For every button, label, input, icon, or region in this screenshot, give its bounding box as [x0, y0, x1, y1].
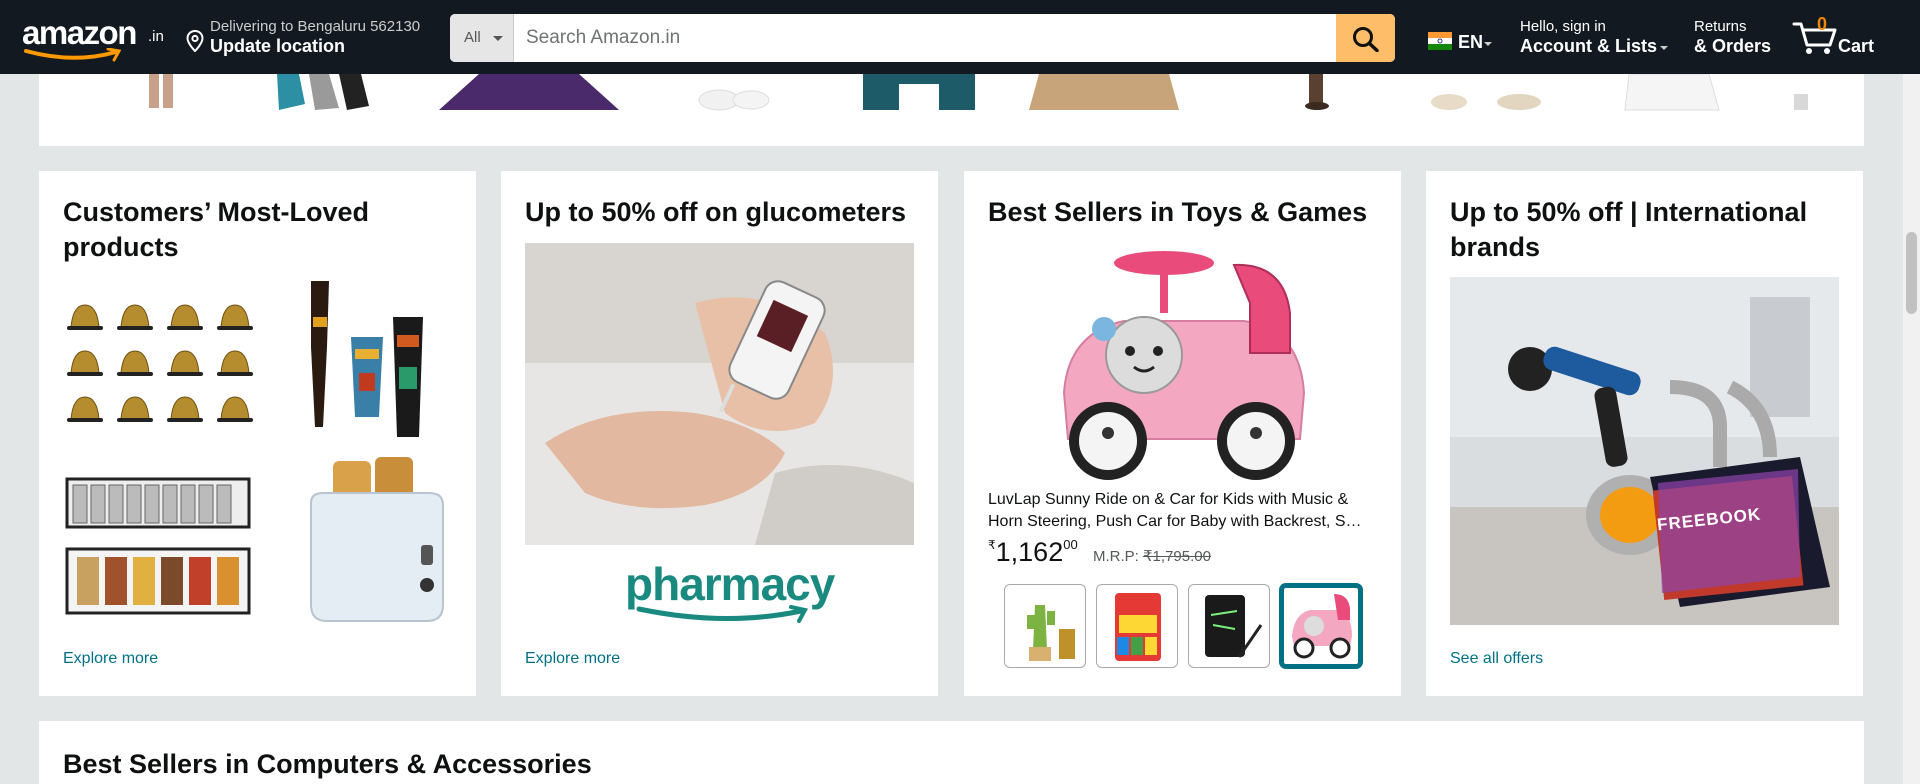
mrp-label: M.R.P: — [1093, 548, 1139, 565]
explore-more-link[interactable]: Explore more — [63, 650, 158, 668]
international-brands-image[interactable] — [1450, 277, 1839, 625]
account-lists-label: Account & Lists — [1520, 36, 1658, 56]
card-title: Best Sellers in Toys & Games — [988, 197, 1368, 227]
thumbnail-writing-tablet[interactable] — [1188, 584, 1270, 668]
see-all-offers-link[interactable]: See all offers — [1450, 650, 1543, 668]
cart-icon — [1792, 22, 1837, 54]
search-bar: All — [450, 14, 1395, 62]
explore-more-link[interactable]: Explore more — [525, 650, 620, 668]
mrp-value: ₹1,795.00 — [1143, 548, 1211, 565]
product-price: ₹1,16200 — [988, 537, 1078, 568]
greeting-text: Hello, sign in — [1520, 18, 1606, 35]
carousel-product-images — [149, 74, 1808, 111]
product-thumbnails — [1004, 584, 1364, 668]
logo-domain: .in — [148, 28, 164, 45]
chevron-down-icon — [1484, 42, 1492, 46]
logo-wordmark: amazon — [22, 14, 137, 51]
section-title: Best Sellers in Computers & Accessories — [63, 749, 592, 779]
card-customers-most-loved: Customers’ Most-Loved products Explore m… — [39, 171, 476, 696]
search-category-dropdown[interactable]: All — [450, 14, 514, 62]
price-symbol: ₹ — [988, 538, 996, 552]
price-whole: 1,162 — [995, 537, 1064, 567]
search-icon — [1353, 27, 1379, 52]
chevron-down-icon — [493, 36, 503, 41]
toaster-image[interactable] — [283, 455, 473, 625]
amazon-logo[interactable]: amazon .in — [20, 14, 168, 62]
product-carousel-strip — [39, 74, 1864, 146]
account-lists-menu[interactable]: Hello, sign in Account & Lists — [1520, 16, 1680, 58]
writing-tablet-thumb — [1205, 595, 1263, 658]
cart-button[interactable]: 0 Cart — [1790, 12, 1910, 62]
cart-count-badge: 0 — [1817, 14, 1828, 34]
thumbnail-uno-cards[interactable] — [1096, 584, 1178, 668]
delivery-location-text: Delivering to Bengaluru 562130 — [210, 18, 421, 35]
card-international-brands: Up to 50% off | International brands FRE… — [1426, 171, 1863, 696]
brass-bells-image[interactable] — [63, 293, 253, 433]
search-category-label: All — [464, 29, 481, 46]
delivery-location[interactable]: Delivering to Bengaluru 562130 Update lo… — [186, 16, 436, 58]
search-button[interactable] — [1336, 14, 1395, 62]
ride-on-car-image[interactable] — [1044, 243, 1320, 481]
search-input[interactable] — [514, 14, 1336, 62]
top-nav-bar: amazon .in Delivering to Bengaluru 56213… — [0, 0, 1920, 74]
smile-arrow-icon — [24, 48, 122, 62]
card-title: Customers’ Most-Loved products — [63, 197, 370, 262]
product-title-link[interactable]: LuvLap Sunny Ride on & Car for Kids with… — [988, 489, 1380, 533]
mrp-price: M.R.P: ₹1,795.00 — [1093, 547, 1211, 565]
thumbnail-dancing-cactus[interactable] — [1004, 584, 1086, 668]
glucometer-image[interactable] — [525, 243, 914, 545]
price-fraction: 00 — [1063, 537, 1078, 552]
dancing-cactus-thumb — [1027, 605, 1075, 661]
location-pin-icon — [186, 30, 204, 52]
orders-label: & Orders — [1694, 36, 1772, 56]
thumbnail-ride-on-car[interactable] — [1280, 584, 1362, 668]
card-title: Up to 50% off | International brands — [1450, 197, 1808, 262]
ride-on-car-thumb — [1292, 594, 1352, 659]
card-title: Up to 50% off on glucometers — [525, 197, 907, 227]
pharmacy-wordmark: pharmacy — [625, 558, 835, 610]
pharmacy-logo[interactable]: pharmacy — [525, 557, 914, 627]
chevron-down-icon — [1660, 46, 1668, 50]
card-glucometers: Up to 50% off on glucometers pharmacy Ex… — [501, 171, 938, 696]
wall-masks-image[interactable] — [273, 277, 463, 447]
smile-arrow-icon — [636, 605, 809, 623]
card-best-sellers-toys: Best Sellers in Toys & Games LuvLap Sunn… — [964, 171, 1401, 696]
cart-label: Cart — [1838, 36, 1875, 56]
uno-cards-thumb — [1115, 593, 1161, 661]
india-flag-icon — [1428, 32, 1452, 50]
spice-rack-image[interactable] — [63, 473, 253, 621]
scrollbar-thumb[interactable] — [1906, 232, 1917, 314]
best-sellers-computers-section: Best Sellers in Computers & Accessories — [39, 721, 1864, 784]
page-scrollbar[interactable] — [1903, 74, 1920, 784]
update-location-label: Update location — [210, 36, 346, 56]
returns-label: Returns — [1694, 18, 1747, 35]
language-label: EN — [1458, 32, 1484, 52]
